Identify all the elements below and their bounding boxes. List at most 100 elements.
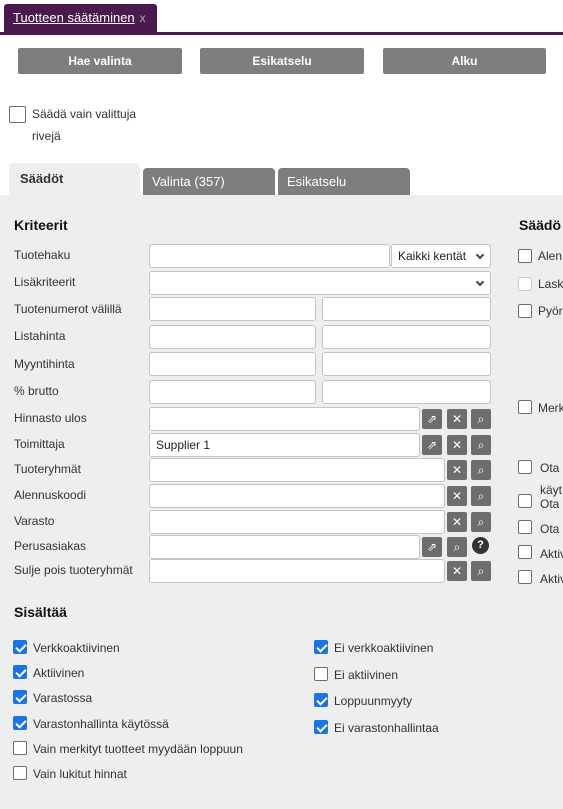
search-icon[interactable]: ⌕ <box>471 409 491 429</box>
close-icon[interactable]: ✕ <box>447 435 467 455</box>
product-search-input[interactable] <box>149 244 390 268</box>
product-numbers-label: Tuotenumerot välillä <box>14 302 122 316</box>
extra-criteria-label: Lisäkriteerit <box>14 275 76 289</box>
contains-right-checkbox[interactable] <box>314 693 328 708</box>
search-icon[interactable]: ⌕ <box>471 512 491 532</box>
window-tab-title: Tuotteen säätäminen <box>13 10 135 25</box>
preview-button[interactable]: Esikatselu <box>200 48 364 74</box>
adjustment-label: Pyör <box>538 304 563 318</box>
adjustment-label: käyt <box>540 483 563 497</box>
tab-selection[interactable]: Valinta (357) <box>143 168 275 195</box>
tab-preview[interactable]: Esikatselu <box>278 168 410 195</box>
only-selected-checkbox[interactable] <box>9 106 26 123</box>
contains-left-checkbox[interactable] <box>13 640 27 654</box>
gross-pct-to-input[interactable] <box>322 380 491 404</box>
adjustment-checkbox[interactable] <box>518 249 532 263</box>
search-icon[interactable]: ⌕ <box>471 486 491 506</box>
gross-pct-from-input[interactable] <box>149 380 316 404</box>
base-customer-input[interactable] <box>149 535 420 559</box>
search-icon[interactable]: ⌕ <box>447 537 467 557</box>
contains-left-label: Varastonhallinta käytössä <box>33 716 169 731</box>
contains-left-checkbox[interactable] <box>13 740 27 755</box>
adjustment-checkbox[interactable] <box>518 545 532 559</box>
adjustment-label: Lask <box>538 277 563 291</box>
contains-right-checkbox[interactable] <box>314 719 328 734</box>
window-tab-underline <box>0 32 563 35</box>
close-tab-icon[interactable]: x <box>140 11 146 25</box>
exclude-groups-label: Sulje pois tuoteryhmät <box>14 563 133 577</box>
list-price-from-input[interactable] <box>149 325 316 349</box>
search-scope-select[interactable]: Kaikki kentät <box>391 244 491 268</box>
contains-right-label: Ei varastonhallintaa <box>334 720 439 735</box>
contains-left-label: Varastossa <box>33 691 93 706</box>
close-icon[interactable]: ✕ <box>447 409 467 429</box>
fetch-selection-button[interactable]: Hae valinta <box>18 48 182 74</box>
warehouse-label: Varasto <box>14 514 55 528</box>
adjustment-checkbox[interactable] <box>518 304 532 318</box>
list-price-to-input[interactable] <box>322 325 491 349</box>
supplier-value: Supplier 1 <box>156 438 211 452</box>
contains-right-label: Ei aktiivinen <box>334 667 399 682</box>
contains-left-label: Vain lukitut hinnat <box>33 767 127 781</box>
tab-adjustments[interactable]: Säädöt <box>9 163 140 195</box>
discount-code-input[interactable] <box>149 484 445 508</box>
adjustment-label: Alen <box>538 249 563 263</box>
close-icon[interactable]: ✕ <box>447 486 467 506</box>
only-selected-label-2: rivejä <box>32 129 61 143</box>
adjustment-checkbox[interactable] <box>518 494 532 508</box>
contains-left-checkbox[interactable] <box>13 690 27 705</box>
contains-left-label: Aktiivinen <box>33 666 85 681</box>
product-groups-input[interactable] <box>149 458 445 482</box>
external-link-icon[interactable]: ⇗ <box>422 537 442 557</box>
search-icon[interactable]: ⌕ <box>471 435 491 455</box>
only-selected-label-1: Säädä vain valittuja <box>32 107 137 121</box>
start-button[interactable]: Alku <box>383 48 546 74</box>
external-link-icon[interactable]: ⇗ <box>422 435 442 455</box>
adjustments-heading: Säädö <box>519 217 562 233</box>
search-icon[interactable]: ⌕ <box>471 460 491 480</box>
product-number-from-input[interactable] <box>149 297 316 321</box>
adjustment-checkbox[interactable] <box>518 460 532 474</box>
product-groups-label: Tuoteryhmät <box>14 462 81 476</box>
sale-price-to-input[interactable] <box>322 352 491 376</box>
contains-right-checkbox[interactable] <box>314 640 328 654</box>
base-customer-label: Perusasiakas <box>14 539 87 553</box>
product-search-label: Tuotehaku <box>14 248 71 262</box>
adjustment-label: Aktiv <box>540 572 563 586</box>
contains-left-label: Verkkoaktiivinen <box>33 641 120 655</box>
search-icon[interactable]: ⌕ <box>471 561 491 581</box>
extra-criteria-select[interactable] <box>149 271 491 295</box>
supplier-label: Toimittaja <box>14 437 65 451</box>
gross-pct-label: % brutto <box>14 384 59 398</box>
close-icon[interactable]: ✕ <box>447 460 467 480</box>
adjustment-checkbox[interactable] <box>518 570 532 584</box>
product-number-to-input[interactable] <box>322 297 491 321</box>
list-price-label: Listahinta <box>14 329 66 343</box>
contains-right-checkbox[interactable] <box>314 666 328 681</box>
window-tab[interactable]: Tuotteen säätäminen x <box>4 4 157 32</box>
external-link-icon[interactable]: ⇗ <box>422 409 442 429</box>
adjustment-checkbox[interactable] <box>518 520 532 534</box>
help-icon[interactable]: ? <box>472 537 489 554</box>
close-icon[interactable]: ✕ <box>447 512 467 532</box>
adjustment-checkbox <box>518 277 532 291</box>
contains-right-label: Ei verkkoaktiivinen <box>334 641 434 655</box>
chevron-down-icon <box>475 250 485 260</box>
search-scope-value: Kaikki kentät <box>398 249 467 263</box>
sale-price-from-input[interactable] <box>149 352 316 376</box>
adjustment-checkbox[interactable] <box>518 400 532 414</box>
discount-code-label: Alennuskoodi <box>14 488 87 502</box>
pricelist-out-label: Hinnasto ulos <box>14 411 87 425</box>
adjustment-label: Aktiv <box>540 547 563 561</box>
close-icon[interactable]: ✕ <box>447 561 467 581</box>
warehouse-input[interactable] <box>149 510 445 534</box>
contains-left-checkbox[interactable] <box>13 715 27 730</box>
contains-right-label: Loppuunmyyty <box>334 694 413 709</box>
chevron-down-icon <box>475 277 485 287</box>
pricelist-out-input[interactable] <box>149 407 420 431</box>
exclude-groups-input[interactable] <box>149 559 445 583</box>
sale-price-label: Myyntihinta <box>14 357 75 371</box>
contains-left-checkbox[interactable] <box>13 665 27 680</box>
supplier-input[interactable]: Supplier 1 <box>149 433 420 457</box>
contains-left-checkbox[interactable] <box>13 766 27 780</box>
